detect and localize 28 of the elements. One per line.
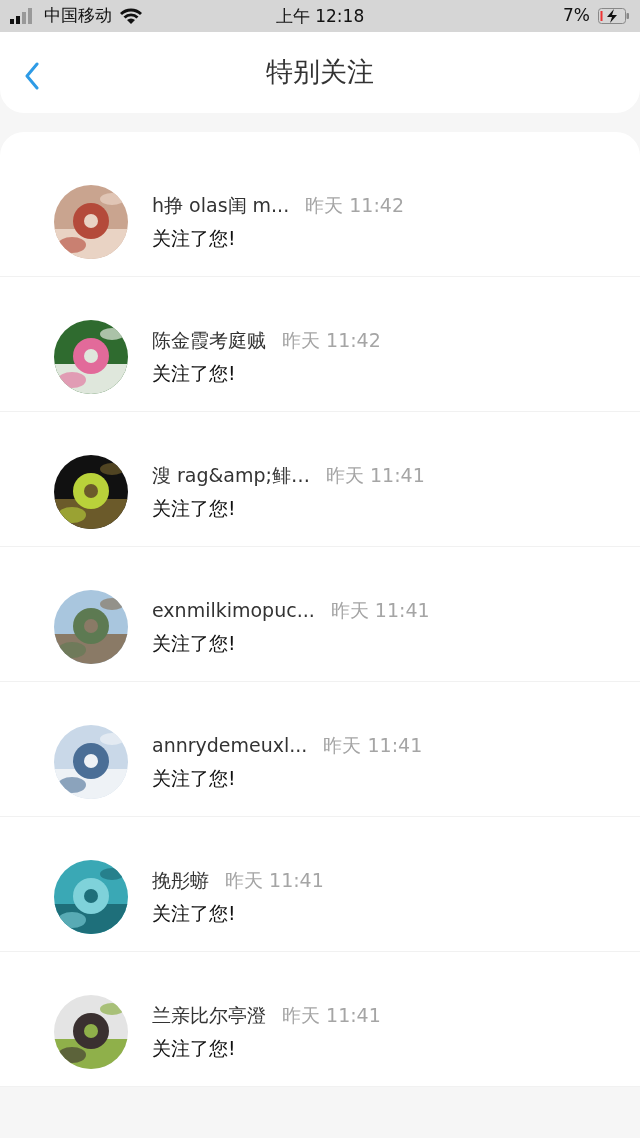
timestamp: 昨天 11:42 bbox=[282, 328, 381, 353]
timestamp: 昨天 11:41 bbox=[282, 1003, 381, 1028]
battery-icon bbox=[598, 8, 630, 24]
timestamp: 昨天 11:41 bbox=[326, 463, 425, 488]
carrier-name: 中国移动 bbox=[44, 4, 112, 28]
follow-message: 关注了您! bbox=[152, 495, 237, 521]
follow-message: 关注了您! bbox=[152, 630, 237, 656]
user-name[interactable]: 兰亲比尔亭澄 bbox=[152, 1001, 266, 1030]
user-name[interactable]: 陈金霞考庭贼 bbox=[152, 326, 266, 355]
user-name[interactable]: 挽彤蝣 bbox=[152, 866, 209, 895]
user-name[interactable]: exnmilkimopuc... bbox=[152, 596, 315, 625]
follow-message: 关注了您! bbox=[152, 225, 237, 251]
wifi-icon bbox=[120, 8, 142, 24]
back-icon bbox=[24, 62, 40, 90]
user-name[interactable]: annrydemeuxl... bbox=[152, 731, 308, 760]
clock-time: 上午 12:18 bbox=[275, 5, 365, 28]
follow-message: 关注了您! bbox=[152, 765, 237, 791]
user-name[interactable]: 溲 rag&amp;鲱… bbox=[152, 461, 310, 490]
follow-message: 关注了您! bbox=[152, 360, 237, 386]
user-name[interactable]: h挣 olas闺 m... bbox=[152, 191, 290, 220]
timestamp: 昨天 11:42 bbox=[305, 193, 404, 218]
follow-message: 关注了您! bbox=[152, 900, 237, 926]
timestamp: 昨天 11:41 bbox=[225, 868, 324, 893]
timestamp: 昨天 11:41 bbox=[323, 733, 423, 758]
timestamp: 昨天 11:41 bbox=[330, 598, 430, 623]
follow-message: 关注了您! bbox=[152, 1035, 237, 1061]
page-title: 特别关注 bbox=[266, 55, 374, 90]
battery-percent: 7% bbox=[563, 4, 590, 28]
